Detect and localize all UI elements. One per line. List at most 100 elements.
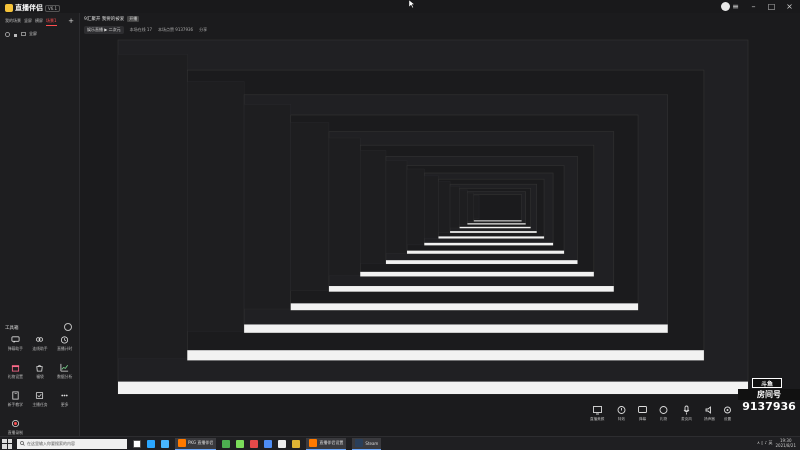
tool-label: 数据分析 xyxy=(57,374,73,379)
tab-my-scenes[interactable]: 我的场景 xyxy=(5,17,21,25)
windows-taskbar: 在这里输入你要搜索的内容 PKG 直播伴侣 直播伴侣设置 Steam ∧ ▯ ♪… xyxy=(0,436,800,450)
start-icon[interactable] xyxy=(2,438,12,449)
nested-sidebar xyxy=(406,168,425,246)
taskbar-app-live[interactable]: PKG 直播伴侣 xyxy=(175,437,217,450)
overlay-logo: 斗鱼 xyxy=(752,378,782,388)
maximize-icon[interactable]: □ xyxy=(767,2,776,11)
nested-sidebar xyxy=(117,53,188,359)
clock-date: 2021/8/21 xyxy=(775,443,796,448)
menu-icon[interactable]: ≡ xyxy=(731,2,740,11)
speaker-button[interactable]: 扬声器 xyxy=(704,405,715,422)
viewer-count: 本场在线 17 xyxy=(129,27,152,32)
tool-item[interactable]: 直播计时 xyxy=(52,335,77,352)
beauty-icon xyxy=(592,406,602,415)
bag-icon xyxy=(36,364,44,372)
recursive-preview xyxy=(117,39,749,395)
speaker-label: 扬声器 xyxy=(704,417,715,421)
nested-taskbar xyxy=(450,231,537,233)
gift-button[interactable]: 礼物 xyxy=(658,405,669,422)
tool-item[interactable]: 福袋 xyxy=(28,363,53,380)
tool-label: 更多 xyxy=(60,402,69,407)
effects-button[interactable]: 特效 xyxy=(616,405,627,422)
category-selector[interactable]: 娱乐直播 ▶ 二次元 xyxy=(84,26,124,34)
sidebar: 我的场景 竖屏 横屏 场景1 + 全屏 工具箱 弹幕助手 连线助手 直播计时 礼… xyxy=(0,13,80,436)
book-icon xyxy=(12,391,19,400)
tool-label: 礼物设置 xyxy=(7,374,23,379)
beauty-button[interactable]: 直播美颜 xyxy=(590,405,604,422)
timer-icon xyxy=(61,336,69,344)
app-blue-icon[interactable] xyxy=(264,439,273,448)
folder-icon[interactable] xyxy=(292,439,301,448)
tab-scene1[interactable]: 场景1 xyxy=(46,17,57,26)
tool-label: 主播任务 xyxy=(32,402,48,407)
settings-button[interactable]: 设置 xyxy=(722,405,733,422)
taskbar-app-settings[interactable]: 直播伴侣设置 xyxy=(306,437,347,450)
tray-icons[interactable]: ∧ ▯ ♪ 英 xyxy=(757,440,773,446)
app-green-icon[interactable] xyxy=(236,439,245,448)
tool-item[interactable]: 主播任务 xyxy=(28,391,53,408)
tool-item[interactable]: 礼物设置 xyxy=(3,363,28,380)
edge-icon[interactable] xyxy=(147,439,155,448)
live-tag: 开播 xyxy=(127,16,140,22)
add-scene-button[interactable]: + xyxy=(68,16,74,26)
mic-icon xyxy=(683,405,690,415)
effects-icon xyxy=(617,406,626,414)
tool-item[interactable]: 连线助手 xyxy=(28,335,53,352)
scene-item[interactable]: 全屏 xyxy=(0,29,79,39)
more-icon xyxy=(61,394,68,397)
window-controls: ≡ – □ × xyxy=(731,2,794,11)
tool-item[interactable]: 数据分析 xyxy=(52,363,77,380)
danmaku-label: 弹幕 xyxy=(638,417,647,421)
tab-landscape[interactable]: 横屏 xyxy=(35,17,43,25)
tool-item[interactable]: 弹幕助手 xyxy=(3,335,28,352)
room-title-text[interactable]: 9汇聚开 我要的被爱 xyxy=(84,16,124,22)
danmaku-icon xyxy=(638,406,647,413)
tab-portrait[interactable]: 竖屏 xyxy=(24,17,32,25)
nested-taskbar xyxy=(424,242,554,246)
effects-label: 特效 xyxy=(617,417,626,421)
wechat-icon[interactable] xyxy=(222,439,231,448)
mic-button[interactable]: 麦克风 xyxy=(681,405,692,422)
minimize-icon[interactable]: – xyxy=(749,2,758,11)
danmaku-button[interactable]: 弹幕 xyxy=(637,405,648,422)
mouse-cursor-icon xyxy=(409,0,415,8)
nested-sidebar xyxy=(424,175,439,239)
nested-taskbar xyxy=(385,260,578,264)
taskbar-app-label: 直播伴侣设置 xyxy=(319,440,344,445)
scene-tabs: 我的场景 竖屏 横屏 场景1 + xyxy=(0,13,79,29)
app-white-icon[interactable] xyxy=(278,439,287,448)
clock[interactable]: 19:30 2021/8/21 xyxy=(775,438,796,448)
nested-taskbar xyxy=(328,286,614,292)
like-count: 本场点赞 9137936 xyxy=(158,27,194,32)
user-avatar[interactable] xyxy=(721,2,730,11)
tools-settings-icon[interactable] xyxy=(64,323,72,331)
nested-sidebar xyxy=(385,160,408,254)
share-link[interactable]: 分享 xyxy=(199,27,207,33)
task-view-icon[interactable] xyxy=(133,439,141,448)
nested-sidebar xyxy=(187,81,245,332)
scene-item-label: 全屏 xyxy=(29,31,37,36)
live-preview[interactable] xyxy=(80,36,800,400)
tool-item[interactable]: 新手教学 xyxy=(3,391,28,408)
gift-label: 礼物 xyxy=(659,417,668,421)
taskbar-search[interactable]: 在这里输入你要搜索的内容 xyxy=(17,438,127,449)
nested-taskbar xyxy=(438,236,545,239)
eye-icon[interactable] xyxy=(5,31,10,37)
nested-taskbar xyxy=(187,350,704,361)
settings-label: 设置 xyxy=(723,417,732,421)
nested-sidebar xyxy=(290,122,330,291)
room-overlay: 斗鱼 房间号 9137936 xyxy=(738,378,800,424)
browser-icon[interactable] xyxy=(161,439,169,448)
room-title: 9汇聚开 我要的被爱 开播 xyxy=(84,16,140,22)
taskbar-app-steam[interactable]: Steam xyxy=(352,437,382,450)
nested-sidebar xyxy=(459,189,468,225)
close-icon[interactable]: × xyxy=(785,2,794,11)
lock-icon[interactable] xyxy=(13,32,18,37)
settings-icon xyxy=(724,406,731,414)
speaker-icon xyxy=(705,406,711,414)
app-red-icon[interactable] xyxy=(250,439,259,448)
beauty-label: 直播美颜 xyxy=(590,417,605,421)
tool-item[interactable]: 更多 xyxy=(52,391,77,408)
tool-item[interactable]: 直播录制 xyxy=(3,419,28,436)
nested-taskbar xyxy=(360,271,594,277)
